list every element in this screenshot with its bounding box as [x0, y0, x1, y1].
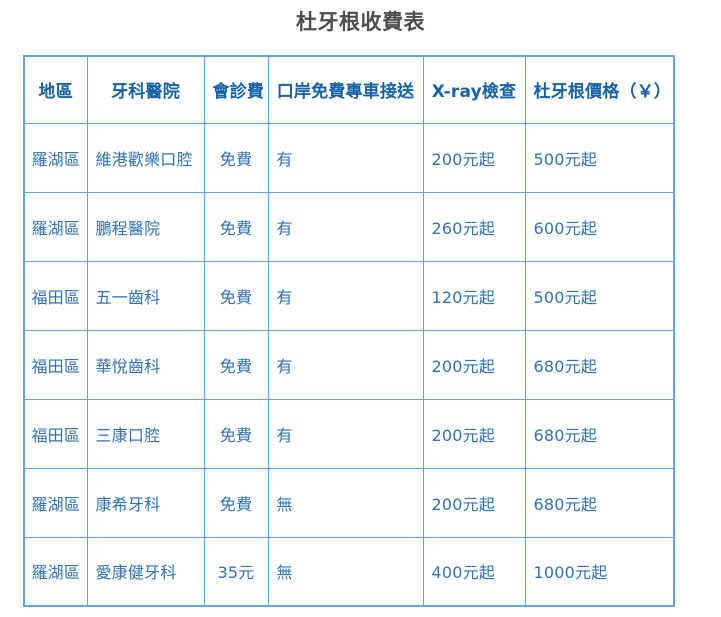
- cell-area: 福田區: [23, 398, 88, 469]
- column-header-xray: X-ray檢查: [422, 55, 526, 124]
- cell-consultation-fee: 免費: [203, 398, 269, 469]
- cell-clinic: 華悅齒科: [86, 329, 205, 400]
- cell-xray: 120元起: [422, 260, 526, 331]
- table-row: 羅湖區 鵬程醫院 免費 有 260元起 600元起: [23, 191, 675, 262]
- cell-shuttle: 無: [267, 536, 424, 607]
- cell-clinic: 鵬程醫院: [86, 191, 205, 262]
- cell-shuttle: 無: [267, 467, 424, 538]
- cell-consultation-fee: 免費: [203, 191, 269, 262]
- cell-xray: 260元起: [422, 191, 526, 262]
- cell-clinic: 愛康健牙科: [86, 536, 205, 607]
- cell-price: 600元起: [524, 191, 675, 262]
- table-row: 福田區 三康口腔 免費 有 200元起 680元起: [23, 398, 675, 469]
- cell-clinic: 康希牙科: [86, 467, 205, 538]
- cell-area: 羅湖區: [23, 122, 88, 193]
- cell-consultation-fee: 免費: [203, 467, 269, 538]
- column-header-area: 地區: [23, 55, 88, 124]
- cell-price: 500元起: [524, 260, 675, 331]
- cell-consultation-fee: 35元: [203, 536, 269, 607]
- table-row: 羅湖區 愛康健牙科 35元 無 400元起 1000元起: [23, 536, 675, 607]
- fee-table-container: 地區 牙科醫院 會診費 口岸免費專車接送 X-ray檢查 杜牙根價格（￥） 羅湖…: [23, 55, 675, 607]
- cell-clinic: 三康口腔: [86, 398, 205, 469]
- column-header-price: 杜牙根價格（￥）: [524, 55, 675, 124]
- cell-area: 福田區: [23, 329, 88, 400]
- table-body: 羅湖區 維港歡樂口腔 免費 有 200元起 500元起 羅湖區 鵬程醫院 免費 …: [23, 122, 675, 607]
- table-row: 羅湖區 維港歡樂口腔 免費 有 200元起 500元起: [23, 122, 675, 193]
- page-title: 杜牙根收費表: [296, 10, 425, 34]
- cell-clinic: 維港歡樂口腔: [86, 122, 205, 193]
- cell-consultation-fee: 免費: [203, 329, 269, 400]
- cell-consultation-fee: 免費: [203, 122, 269, 193]
- cell-xray: 200元起: [422, 398, 526, 469]
- cell-shuttle: 有: [267, 329, 424, 400]
- cell-shuttle: 有: [267, 122, 424, 193]
- table-row: 福田區 華悅齒科 免費 有 200元起 680元起: [23, 329, 675, 400]
- table-row: 羅湖區 康希牙科 免費 無 200元起 680元起: [23, 467, 675, 538]
- cell-xray: 200元起: [422, 329, 526, 400]
- cell-clinic: 五一齒科: [86, 260, 205, 331]
- table-header: 地區 牙科醫院 會診費 口岸免費專車接送 X-ray檢查 杜牙根價格（￥）: [23, 55, 675, 124]
- cell-area: 羅湖區: [23, 467, 88, 538]
- dental-fee-table: 地區 牙科醫院 會診費 口岸免費專車接送 X-ray檢查 杜牙根價格（￥） 羅湖…: [23, 55, 675, 607]
- cell-price: 500元起: [524, 122, 675, 193]
- table-header-row: 地區 牙科醫院 會診費 口岸免費專車接送 X-ray檢查 杜牙根價格（￥）: [23, 55, 675, 124]
- cell-shuttle: 有: [267, 398, 424, 469]
- cell-area: 羅湖區: [23, 536, 88, 607]
- cell-area: 羅湖區: [23, 191, 88, 262]
- column-header-clinic: 牙科醫院: [86, 55, 205, 124]
- page-root: 杜牙根收費表 地區 牙科醫院 會診費 口岸免費專車接送 X-ray檢查 杜牙根價…: [0, 0, 721, 617]
- table-row: 福田區 五一齒科 免費 有 120元起 500元起: [23, 260, 675, 331]
- cell-shuttle: 有: [267, 260, 424, 331]
- cell-xray: 200元起: [422, 122, 526, 193]
- cell-area: 福田區: [23, 260, 88, 331]
- cell-price: 1000元起: [524, 536, 675, 607]
- column-header-shuttle: 口岸免費專車接送: [267, 55, 424, 124]
- cell-xray: 200元起: [422, 467, 526, 538]
- column-header-consultation-fee: 會診費: [203, 55, 269, 124]
- cell-consultation-fee: 免費: [203, 260, 269, 331]
- cell-shuttle: 有: [267, 191, 424, 262]
- cell-xray: 400元起: [422, 536, 526, 607]
- cell-price: 680元起: [524, 467, 675, 538]
- cell-price: 680元起: [524, 398, 675, 469]
- cell-price: 680元起: [524, 329, 675, 400]
